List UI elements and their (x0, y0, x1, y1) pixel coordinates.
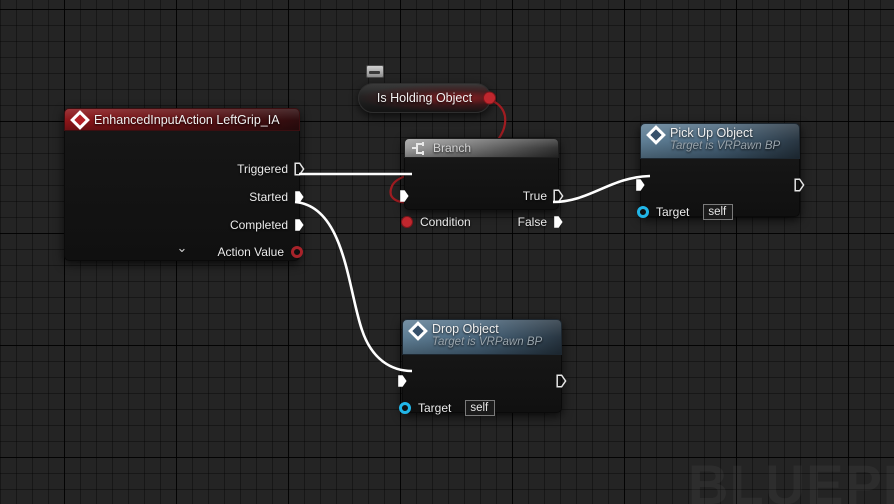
exec-pin-drop-out[interactable] (556, 374, 567, 388)
pin-label-branch-condition: Condition (420, 215, 471, 229)
node-drop-object[interactable]: Drop Object Target is VRPawn BP Target s… (398, 319, 567, 416)
data-pin-action-value[interactable] (291, 246, 303, 258)
target-value-pick-up-object[interactable]: self (703, 204, 734, 220)
exec-pin-completed[interactable] (294, 218, 305, 232)
pin-label-completed: Completed (229, 218, 288, 232)
target-value-drop-object[interactable]: self (465, 400, 496, 416)
pin-row-drop-target[interactable]: Target self (399, 399, 496, 417)
pin-row-started[interactable]: Started (249, 188, 305, 206)
pick-up-object-diamond-icon (646, 125, 666, 145)
pin-row-pick-up-exec-out[interactable] (794, 176, 805, 194)
node-branch[interactable]: Branch Condition True False (400, 138, 564, 229)
exec-pin-triggered[interactable] (294, 162, 305, 176)
node-header-branch: Branch (404, 138, 559, 158)
node-body-pick-up-object: Target self (636, 159, 805, 220)
pin-label-started: Started (249, 190, 288, 204)
node-header-pick-up-object: Pick Up Object Target is VRPawn BP (640, 123, 800, 159)
node-header-drop-object: Drop Object Target is VRPawn BP (402, 319, 562, 355)
branch-icon (412, 141, 427, 155)
exec-pin-started[interactable] (294, 190, 305, 204)
node-title-is-holding-object: Is Holding Object (376, 91, 473, 105)
pin-label-triggered: Triggered (237, 162, 288, 176)
data-pin-pick-up-target[interactable] (637, 206, 649, 218)
pin-row-completed[interactable]: Completed (230, 216, 305, 234)
node-pick-up-object[interactable]: Pick Up Object Target is VRPawn BP Targe… (636, 123, 805, 220)
input-action-diamond-icon (70, 109, 90, 130)
node-is-holding-object[interactable]: Is Holding Object (358, 83, 496, 113)
node-enhanced-input-action[interactable]: EnhancedInputAction LeftGrip_IA Triggere… (64, 108, 305, 261)
pin-label-action-value: Action Value (217, 245, 285, 259)
pin-label-pick-up-target: Target (656, 205, 690, 219)
node-body-enhanced-input-action: Triggered Started Completed Action Value… (64, 131, 305, 261)
node-title-branch: Branch (433, 141, 472, 155)
pin-row-branch-exec-in[interactable] (399, 187, 410, 205)
node-title-pick-up-object: Pick Up Object (670, 126, 753, 140)
pin-label-branch-true: True (522, 189, 547, 203)
exec-pin-pick-up-in[interactable] (635, 178, 646, 192)
pin-row-branch-condition[interactable]: Condition (401, 213, 471, 231)
drop-object-diamond-icon (408, 321, 428, 341)
node-collapse-chevron-icon[interactable]: ⌄ (177, 241, 188, 254)
exec-pin-pick-up-out[interactable] (794, 178, 805, 192)
exec-pin-drop-in[interactable] (397, 374, 408, 388)
pin-label-drop-target: Target (418, 401, 452, 415)
node-subtitle-drop-object: Target is VRPawn BP (432, 336, 543, 349)
compact-node-icon (366, 65, 384, 78)
data-pin-is-holding-object-out[interactable] (483, 91, 496, 105)
exec-pin-branch-in[interactable] (399, 189, 410, 203)
node-body-drop-object: Target self (398, 355, 567, 416)
exec-pin-branch-true[interactable] (553, 189, 564, 203)
exec-pin-branch-false[interactable] (553, 215, 564, 229)
data-pin-branch-condition[interactable] (401, 216, 413, 228)
pin-row-pick-up-exec-in[interactable] (635, 176, 646, 194)
blueprint-watermark: BLUEPRINT (688, 452, 894, 504)
blueprint-graph-canvas[interactable]: BLUEPRINT EnhancedInputAction LeftGrip_I… (0, 0, 894, 504)
pin-row-triggered[interactable]: Triggered (237, 160, 305, 178)
pin-label-branch-false: False (517, 215, 547, 229)
node-title-drop-object: Drop Object (432, 322, 499, 336)
node-body-branch: Condition True False (400, 158, 564, 229)
pin-row-branch-true[interactable]: True (523, 187, 564, 205)
data-pin-drop-target[interactable] (399, 402, 411, 414)
pin-row-branch-false[interactable]: False (518, 213, 564, 231)
pin-row-drop-exec-out[interactable] (556, 372, 567, 390)
pin-row-action-value[interactable]: Action Value (217, 243, 303, 261)
node-header-enhanced-input-action: EnhancedInputAction LeftGrip_IA (64, 108, 300, 131)
pin-row-drop-exec-in[interactable] (397, 372, 408, 390)
node-subtitle-pick-up-object: Target is VRPawn BP (670, 140, 781, 153)
pin-row-pick-up-target[interactable]: Target self (637, 203, 734, 221)
wire-completed-to-drop (294, 200, 413, 373)
node-title-enhanced-input-action: EnhancedInputAction LeftGrip_IA (94, 112, 280, 127)
